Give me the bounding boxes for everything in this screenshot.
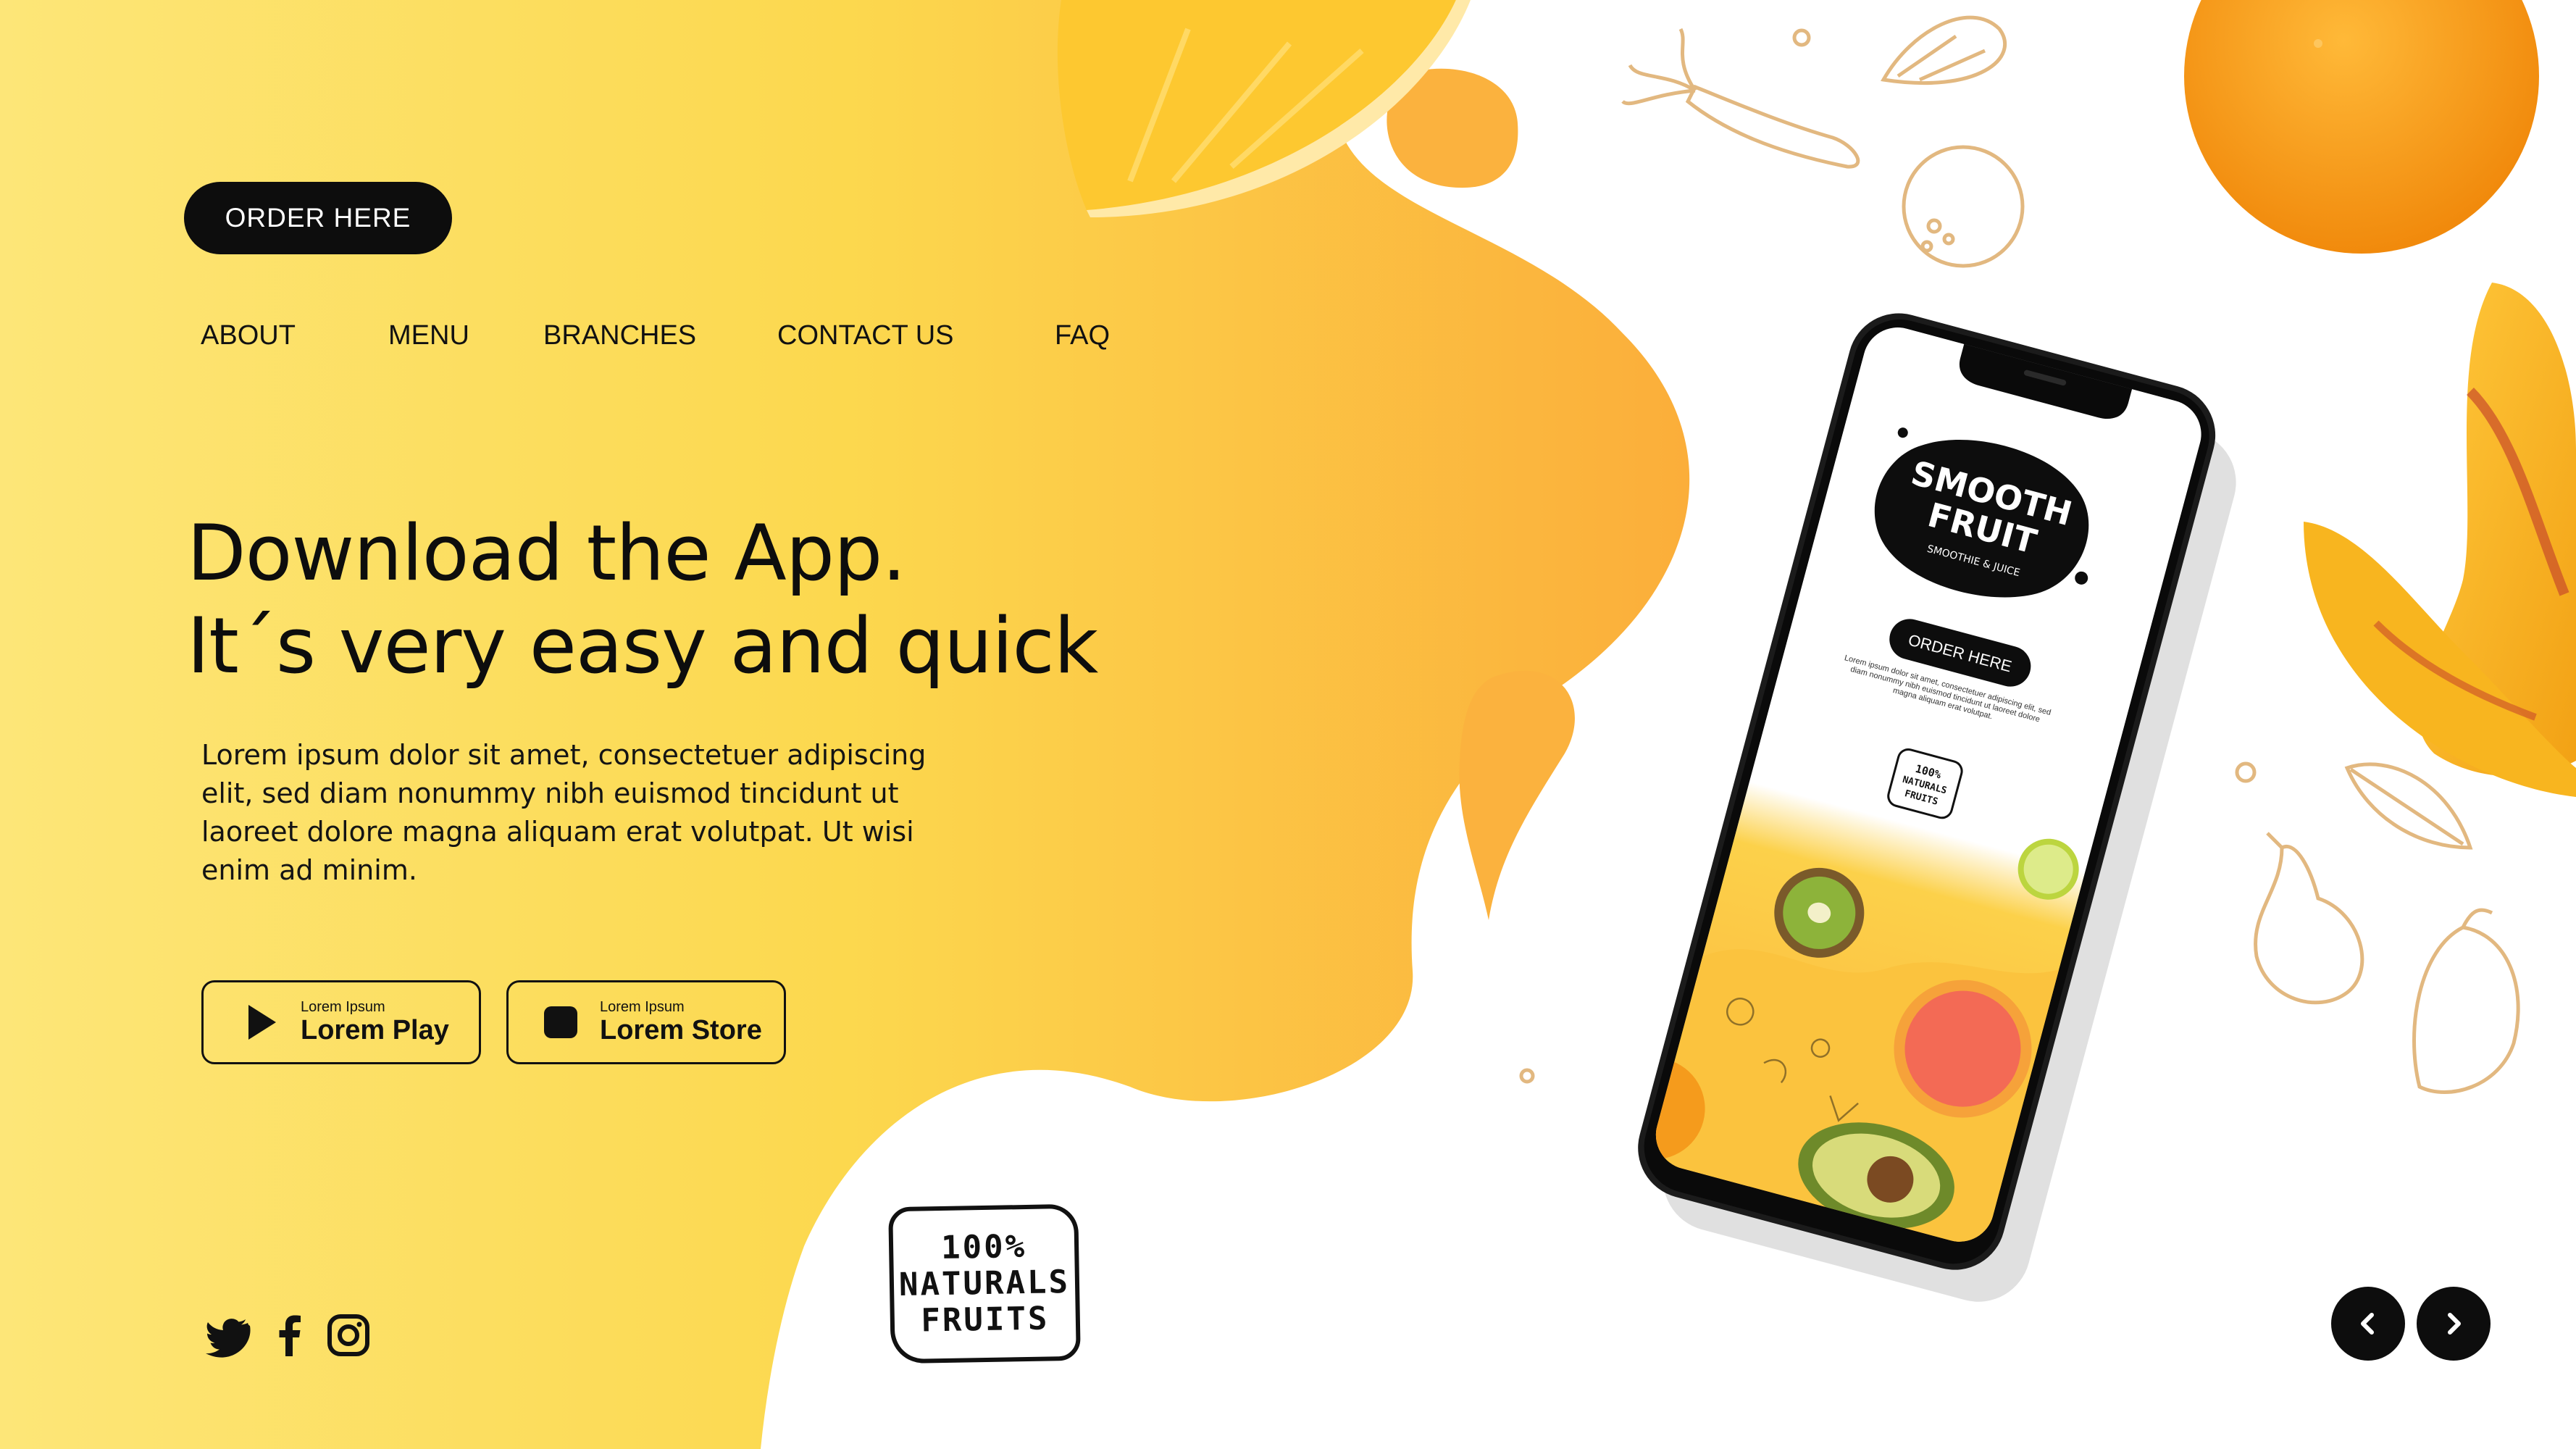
app-store-small: Lorem Ipsum [600, 999, 685, 1015]
play-store-small: Lorem Ipsum [301, 999, 385, 1015]
nav-menu[interactable]: MENU [388, 320, 469, 351]
orange-fruit [2184, 0, 2539, 254]
nav-about[interactable]: ABOUT [201, 320, 296, 351]
play-store-button[interactable]: Lorem Ipsum Lorem Play [201, 980, 481, 1064]
app-store-big: Lorem Store [600, 1015, 762, 1045]
hero-paragraph: Lorem ipsum dolor sit amet, consectetuer… [201, 739, 927, 886]
headline-line-1: Download the App. [187, 509, 906, 598]
phone-mockup: SMOOTH FRUIT SMOOTHIE & JUICE ORDER HERE… [1638, 313, 2236, 1302]
instagram-icon[interactable] [326, 1313, 371, 1358]
facebook-icon[interactable] [268, 1313, 313, 1358]
play-icon [248, 1005, 276, 1040]
order-here-button[interactable]: ORDER HERE [184, 182, 452, 254]
twitter-icon[interactable] [206, 1313, 251, 1358]
naturals-badge: 100% NATURALS FRUITS [888, 1203, 1081, 1364]
chevron-right-icon [2448, 1313, 2461, 1335]
carousel-next-button[interactable] [2417, 1287, 2491, 1361]
play-store-text: Lorem Ipsum Lorem Play [301, 999, 449, 1045]
apple-icon [544, 1006, 577, 1038]
carousel-prev-button[interactable] [2331, 1287, 2405, 1361]
play-store-big: Lorem Play [301, 1015, 449, 1045]
headline-line-2: It´s very easy and quick [187, 601, 1098, 690]
badge-line-2: NATURALS [898, 1263, 1071, 1304]
app-store-button[interactable]: Lorem Ipsum Lorem Store [506, 980, 786, 1064]
blob-drop [1459, 670, 1575, 920]
nav-branches[interactable]: BRANCHES [543, 320, 696, 351]
chevron-left-icon [2361, 1313, 2374, 1335]
badge-line-1: 100% [940, 1227, 1027, 1267]
hero-headline: Download the App. It´s very easy and qui… [187, 507, 1098, 693]
nav-faq[interactable]: FAQ [1055, 320, 1110, 351]
badge-line-3: FRUITS [920, 1300, 1050, 1340]
nav-contact-us[interactable]: CONTACT US [777, 320, 954, 351]
mango-slices [2304, 283, 2576, 797]
app-store-text: Lorem Ipsum Lorem Store [600, 999, 762, 1045]
